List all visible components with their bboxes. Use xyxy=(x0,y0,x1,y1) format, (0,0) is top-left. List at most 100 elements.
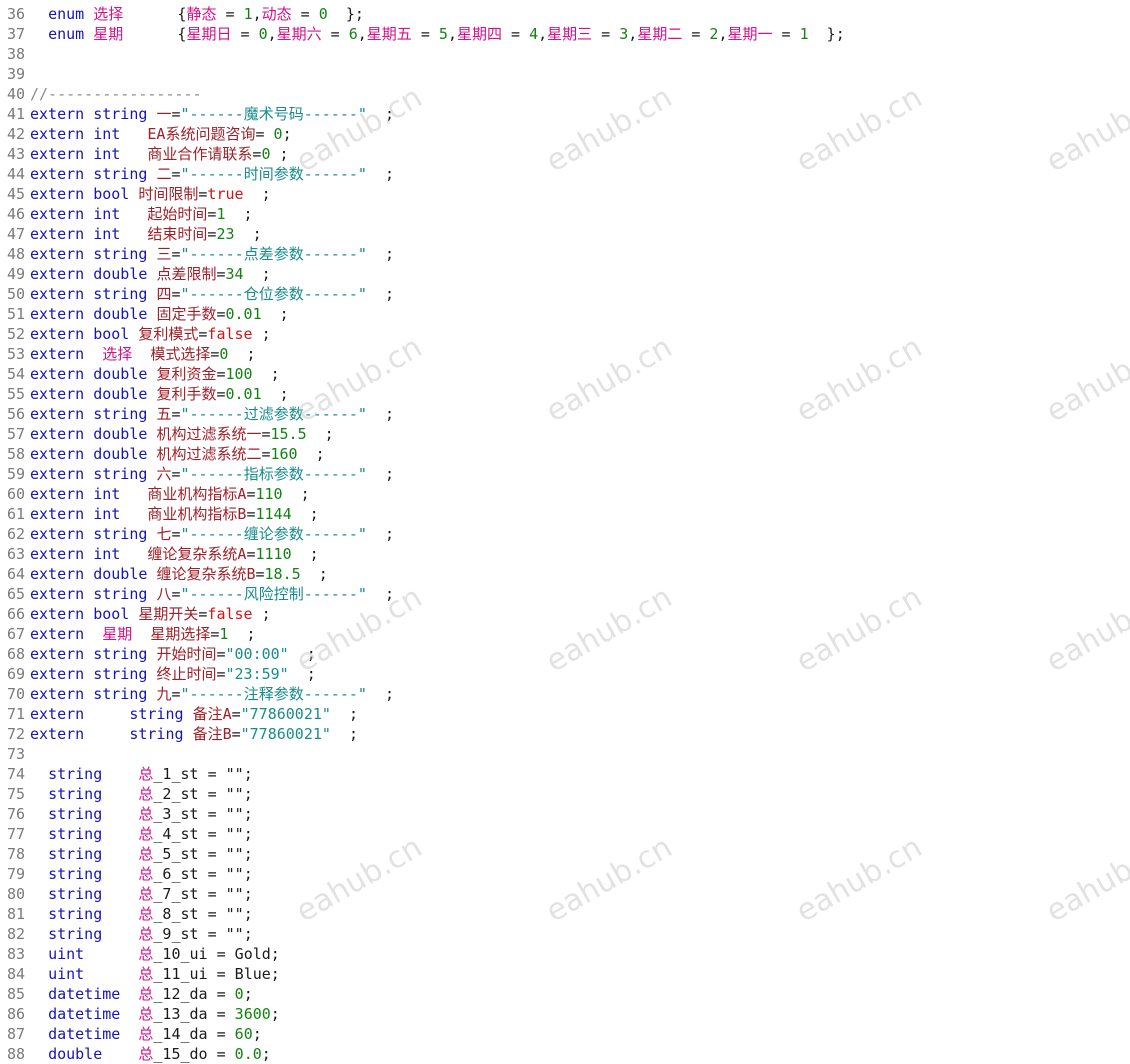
token-ident: 复利模式 xyxy=(138,325,199,343)
token-kw: string xyxy=(48,805,103,823)
code-line[interactable]: 70 extern string 九="------注释参数------" ; xyxy=(0,684,1130,704)
code-line[interactable]: 86 datetime 总_13_da = 3600; xyxy=(0,1004,1130,1024)
code-text: extern double 机构过滤系统二=160 ; xyxy=(30,444,325,464)
code-line[interactable]: 49 extern double 点差限制=34 ; xyxy=(0,264,1130,284)
line-number: 45 xyxy=(7,185,26,203)
token-plain: ; xyxy=(243,985,253,1003)
token-plain: ; xyxy=(252,1025,262,1043)
line-number: 58 xyxy=(7,445,26,463)
code-line[interactable]: 72 extern string 备注B="77860021" ; xyxy=(0,724,1130,744)
token-plain: = xyxy=(231,25,259,43)
token-str: "------指标参数------" xyxy=(180,465,367,483)
code-line[interactable]: 59 extern string 六="------指标参数------" ; xyxy=(0,464,1130,484)
token-ident: 模式选择 xyxy=(150,345,211,363)
code-line[interactable]: 64 extern double 缠论复杂系统B=18.5 ; xyxy=(0,564,1130,584)
token-en: 总 xyxy=(138,1045,154,1063)
code-line[interactable]: 82 string 总_9_st = ""; xyxy=(0,924,1130,944)
code-line[interactable]: 53 extern 选择 模式选择=0 ; xyxy=(0,344,1130,364)
code-line[interactable]: 88 double 总_15_do = 0.0; xyxy=(0,1044,1130,1064)
token-plain: { xyxy=(123,25,187,43)
token-en: 动态 xyxy=(261,5,292,23)
code-line[interactable]: 42 extern int EA系统问题咨询= 0; xyxy=(0,124,1130,144)
token-kw: extern double xyxy=(30,385,148,403)
code-line[interactable]: 38 xyxy=(0,44,1130,64)
token-num: 0.0 xyxy=(234,1045,262,1063)
token-num: 0.01 xyxy=(225,385,262,403)
code-line[interactable]: 36 enum 选择 {静态 = 1,动态 = 0 }; xyxy=(0,4,1130,24)
code-line[interactable]: 54 extern double 复利资金=100 ; xyxy=(0,364,1130,384)
code-line[interactable]: 76 string 总_3_st = ""; xyxy=(0,804,1130,824)
code-line[interactable]: 78 string 总_5_st = ""; xyxy=(0,844,1130,864)
line-number: 69 xyxy=(7,665,26,683)
token-plain: ; xyxy=(366,245,395,263)
token-kw: extern double xyxy=(30,305,148,323)
line-number: 56 xyxy=(7,405,26,423)
line-number: 74 xyxy=(7,765,26,783)
code-line[interactable]: 47 extern int 结束时间=23 ; xyxy=(0,224,1130,244)
token-plain: ; xyxy=(366,165,395,183)
code-line[interactable]: 51 extern double 固定手数=0.01 ; xyxy=(0,304,1130,324)
code-line[interactable]: 41 extern string 一="------魔术号码------" ; xyxy=(0,104,1130,124)
code-line[interactable]: 87 datetime 总_14_da = 60; xyxy=(0,1024,1130,1044)
token-plain: = xyxy=(291,5,319,23)
line-number: 40 xyxy=(7,85,26,103)
token-ident: 缠论复杂系统B xyxy=(156,565,256,583)
token-kw: extern string xyxy=(30,685,148,703)
code-line[interactable]: 52 extern bool 复利模式=false ; xyxy=(0,324,1130,344)
token-ident: 时间限制 xyxy=(138,185,199,203)
code-editor[interactable]: 36 enum 选择 {静态 = 1,动态 = 0 }; 37 enum 星期 {… xyxy=(0,0,1130,1063)
token-kw: uint xyxy=(48,945,85,963)
code-line[interactable]: 84 uint 总_11_ui = Blue; xyxy=(0,964,1130,984)
code-line[interactable]: 62 extern string 七="------缠论参数------" ; xyxy=(0,524,1130,544)
token-en: 星期 xyxy=(93,25,124,43)
code-line[interactable]: 66 extern bool 星期开关=false ; xyxy=(0,604,1130,624)
code-line[interactable]: 83 uint 总_10_ui = Gold; xyxy=(0,944,1130,964)
code-text: extern string 五="------过滤参数------" ; xyxy=(30,404,394,424)
code-line[interactable]: 48 extern string 三="------点差参数------" ; xyxy=(0,244,1130,264)
line-number: 38 xyxy=(7,45,26,63)
code-line[interactable]: 85 datetime 总_12_da = 0; xyxy=(0,984,1130,1004)
token-kw: extern int xyxy=(30,545,121,563)
token-plain: _6_st = ""; xyxy=(153,865,253,883)
code-line[interactable]: 60 extern int 商业机构指标A=110 ; xyxy=(0,484,1130,504)
code-line[interactable]: 77 string 总_4_st = ""; xyxy=(0,824,1130,844)
token-plain: , xyxy=(447,25,457,43)
code-text: extern string 备注A="77860021" ; xyxy=(30,704,358,724)
code-line[interactable]: 63 extern int 缠论复杂系统A=1110 ; xyxy=(0,544,1130,564)
code-line[interactable]: 50 extern string 四="------仓位参数------" ; xyxy=(0,284,1130,304)
code-line[interactable]: 45 extern bool 时间限制=true ; xyxy=(0,184,1130,204)
code-line[interactable]: 75 string 总_2_st = ""; xyxy=(0,784,1130,804)
code-line[interactable]: 61 extern int 商业机构指标B=1144 ; xyxy=(0,504,1130,524)
code-line[interactable]: 71 extern string 备注A="77860021" ; xyxy=(0,704,1130,724)
code-line[interactable]: 56 extern string 五="------过滤参数------" ; xyxy=(0,404,1130,424)
code-line[interactable]: 81 string 总_8_st = ""; xyxy=(0,904,1130,924)
code-line[interactable]: 37 enum 星期 {星期日 = 0,星期六 = 6,星期五 = 5,星期四 … xyxy=(0,24,1130,44)
code-line[interactable]: 73 xyxy=(0,744,1130,764)
code-line[interactable]: 58 extern double 机构过滤系统二=160 ; xyxy=(0,444,1130,464)
code-line[interactable]: 57 extern double 机构过滤系统一=15.5 ; xyxy=(0,424,1130,444)
code-text: datetime 总_12_da = 0; xyxy=(30,984,253,1004)
token-kw: string xyxy=(48,845,103,863)
token-plain: ; xyxy=(261,385,289,403)
code-line[interactable]: 40//----------------- xyxy=(0,84,1130,104)
code-line[interactable]: 43 extern int 商业合作请联系=0 ; xyxy=(0,144,1130,164)
code-line[interactable]: 55 extern double 复利手数=0.01 ; xyxy=(0,384,1130,404)
token-ident: 备注A xyxy=(192,705,232,723)
code-line[interactable]: 44 extern string 二="------时间参数------" ; xyxy=(0,164,1130,184)
code-line[interactable]: 65 extern string 八="------风险控制------" ; xyxy=(0,584,1130,604)
code-text: extern string 二="------时间参数------" ; xyxy=(30,164,394,184)
code-line[interactable]: 46 extern int 起始时间=1 ; xyxy=(0,204,1130,224)
code-line[interactable]: 79 string 总_6_st = ""; xyxy=(0,864,1130,884)
token-kw: string xyxy=(48,825,103,843)
code-line[interactable]: 39 xyxy=(0,64,1130,84)
code-line[interactable]: 67 extern 星期 星期选择=1 ; xyxy=(0,624,1130,644)
token-str: "------点差参数------" xyxy=(180,245,367,263)
token-plain: _13_da = xyxy=(153,1005,235,1023)
code-line[interactable]: 74 string 总_1_st = ""; xyxy=(0,764,1130,784)
code-text: string 总_4_st = ""; xyxy=(30,824,253,844)
code-line[interactable]: 69 extern string 终止时间="23:59" ; xyxy=(0,664,1130,684)
code-line[interactable]: 68 extern string 开始时间="00:00" ; xyxy=(0,644,1130,664)
code-line[interactable]: 80 string 总_7_st = ""; xyxy=(0,884,1130,904)
